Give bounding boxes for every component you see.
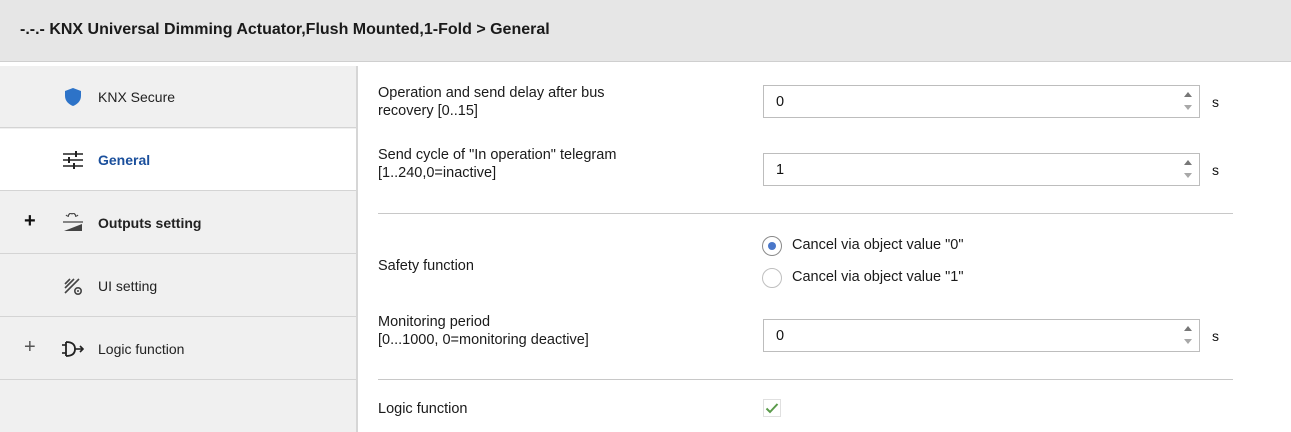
ui-tools-icon bbox=[62, 275, 84, 297]
section-divider bbox=[378, 379, 1233, 380]
radio-label: Cancel via object value "1" bbox=[792, 269, 964, 285]
sidebar-item-label: Outputs setting bbox=[98, 215, 202, 231]
logic-function-label: Logic function bbox=[378, 401, 468, 417]
safety-option-cancel-1[interactable]: Cancel via object value "1" bbox=[762, 267, 1062, 289]
send-cycle-spinbox[interactable]: 1 bbox=[763, 153, 1200, 186]
sidebar-item-label: Logic function bbox=[98, 341, 185, 357]
radio-unselected-icon[interactable] bbox=[762, 268, 782, 288]
expand-icon[interactable]: + bbox=[24, 337, 36, 357]
send-cycle-label-line2: [1..240,0=inactive] bbox=[378, 165, 497, 181]
checkmark-icon bbox=[765, 403, 779, 414]
logic-gate-icon bbox=[62, 338, 84, 360]
bus-delay-label: Operation and send delay after bus recov… bbox=[378, 84, 605, 120]
send-cycle-value[interactable]: 1 bbox=[776, 162, 784, 178]
window-title: -.-.- KNX Universal Dimming Actuator,Flu… bbox=[20, 21, 550, 38]
monitoring-period-value[interactable]: 0 bbox=[776, 328, 784, 344]
safety-function-label: Safety function bbox=[378, 258, 474, 274]
spin-arrows-icon[interactable] bbox=[1184, 326, 1192, 346]
bus-delay-label-line2: recovery [0..15] bbox=[378, 103, 478, 119]
monitoring-label-line1: Monitoring period bbox=[378, 314, 491, 330]
bus-delay-label-line1: Operation and send delay after bus bbox=[378, 85, 605, 101]
monitoring-period-spinbox[interactable]: 0 bbox=[763, 319, 1200, 352]
parameter-panel: Operation and send delay after bus recov… bbox=[360, 62, 1291, 432]
sidebar: KNX Secure General + Outputs setting UI … bbox=[0, 66, 358, 432]
spin-arrows-icon[interactable] bbox=[1184, 160, 1192, 180]
sidebar-item-outputs-setting[interactable]: + Outputs setting bbox=[0, 192, 356, 254]
sidebar-item-knx-secure[interactable]: KNX Secure bbox=[0, 66, 356, 128]
sliders-icon bbox=[62, 149, 84, 171]
send-cycle-label: Send cycle of "In operation" telegram [1… bbox=[378, 146, 616, 182]
send-cycle-label-line1: Send cycle of "In operation" telegram bbox=[378, 147, 617, 163]
sidebar-item-general[interactable]: General bbox=[0, 129, 356, 191]
radio-selected-icon[interactable] bbox=[762, 236, 782, 256]
sidebar-item-ui-setting[interactable]: UI setting bbox=[0, 255, 356, 317]
monitoring-period-unit: s bbox=[1212, 328, 1219, 344]
safety-option-cancel-0[interactable]: Cancel via object value "0" bbox=[762, 235, 1062, 257]
sidebar-item-label: UI setting bbox=[98, 278, 158, 294]
logic-function-checkbox[interactable] bbox=[763, 399, 781, 417]
bus-delay-spinbox[interactable]: 0 bbox=[763, 85, 1200, 118]
dimmer-lamp-icon bbox=[62, 212, 84, 234]
window-titlebar: -.-.- KNX Universal Dimming Actuator,Flu… bbox=[0, 0, 1291, 62]
monitoring-label-line2: [0...1000, 0=monitoring deactive] bbox=[378, 332, 589, 348]
monitoring-period-label: Monitoring period [0...1000, 0=monitorin… bbox=[378, 313, 589, 349]
bus-delay-value[interactable]: 0 bbox=[776, 94, 784, 110]
send-cycle-unit: s bbox=[1212, 162, 1219, 178]
radio-label: Cancel via object value "0" bbox=[792, 237, 964, 253]
spin-arrows-icon[interactable] bbox=[1184, 92, 1192, 112]
sidebar-item-label: KNX Secure bbox=[98, 89, 176, 105]
shield-icon bbox=[62, 86, 84, 108]
bus-delay-unit: s bbox=[1212, 94, 1219, 110]
sidebar-item-label: General bbox=[98, 152, 151, 168]
sidebar-item-logic-function[interactable]: + Logic function bbox=[0, 318, 356, 380]
expand-icon[interactable]: + bbox=[24, 211, 36, 231]
section-divider bbox=[378, 213, 1233, 214]
